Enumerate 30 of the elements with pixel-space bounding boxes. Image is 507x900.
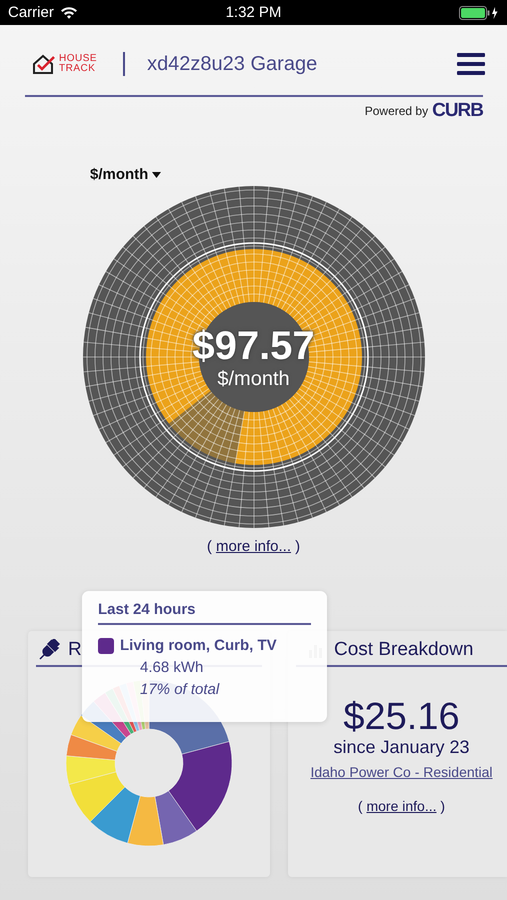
plug-icon bbox=[38, 639, 60, 661]
donut-slice bbox=[127, 796, 164, 846]
caret-icon bbox=[152, 172, 162, 178]
battery-icon bbox=[459, 6, 499, 20]
logo-text: TRACK bbox=[59, 64, 96, 74]
gauge-unit: $/month bbox=[217, 368, 290, 390]
more-info-link[interactable]: more info... bbox=[366, 798, 437, 814]
carrier-name: Carrier bbox=[8, 4, 54, 21]
tooltip-title: Last 24 hours bbox=[98, 601, 311, 625]
clock-time: 1:32 PM bbox=[226, 4, 282, 21]
rate-plan-link[interactable]: Idaho Power Co - Residential bbox=[310, 764, 493, 780]
brand-logo: CURB bbox=[432, 100, 483, 122]
more-info-text: ( more info... ) bbox=[358, 798, 446, 814]
menu-icon[interactable] bbox=[457, 53, 485, 75]
device-name: Living room, Curb, TV bbox=[120, 637, 277, 654]
card-title: Cost Breakdown bbox=[334, 639, 474, 661]
location-title: xd42z8u23 Garage bbox=[147, 52, 318, 76]
unit-dropdown[interactable]: $/month bbox=[90, 166, 162, 183]
since-date: since January 23 bbox=[333, 737, 470, 758]
energy-value: 4.68 kWh bbox=[140, 659, 204, 676]
donut-slice bbox=[90, 786, 140, 844]
house-check-icon bbox=[32, 54, 56, 74]
cost-amount: $25.16 bbox=[343, 697, 460, 737]
more-info-link[interactable]: more info... bbox=[216, 538, 292, 555]
share-value: 17% of total bbox=[140, 681, 220, 698]
wifi-icon bbox=[60, 6, 78, 19]
more-info-text: ( more info... ) bbox=[206, 538, 300, 555]
powered-by-text: Powered by bbox=[364, 104, 428, 118]
card-title: R bbox=[68, 639, 82, 661]
logo-text: HOUSE bbox=[59, 54, 98, 64]
